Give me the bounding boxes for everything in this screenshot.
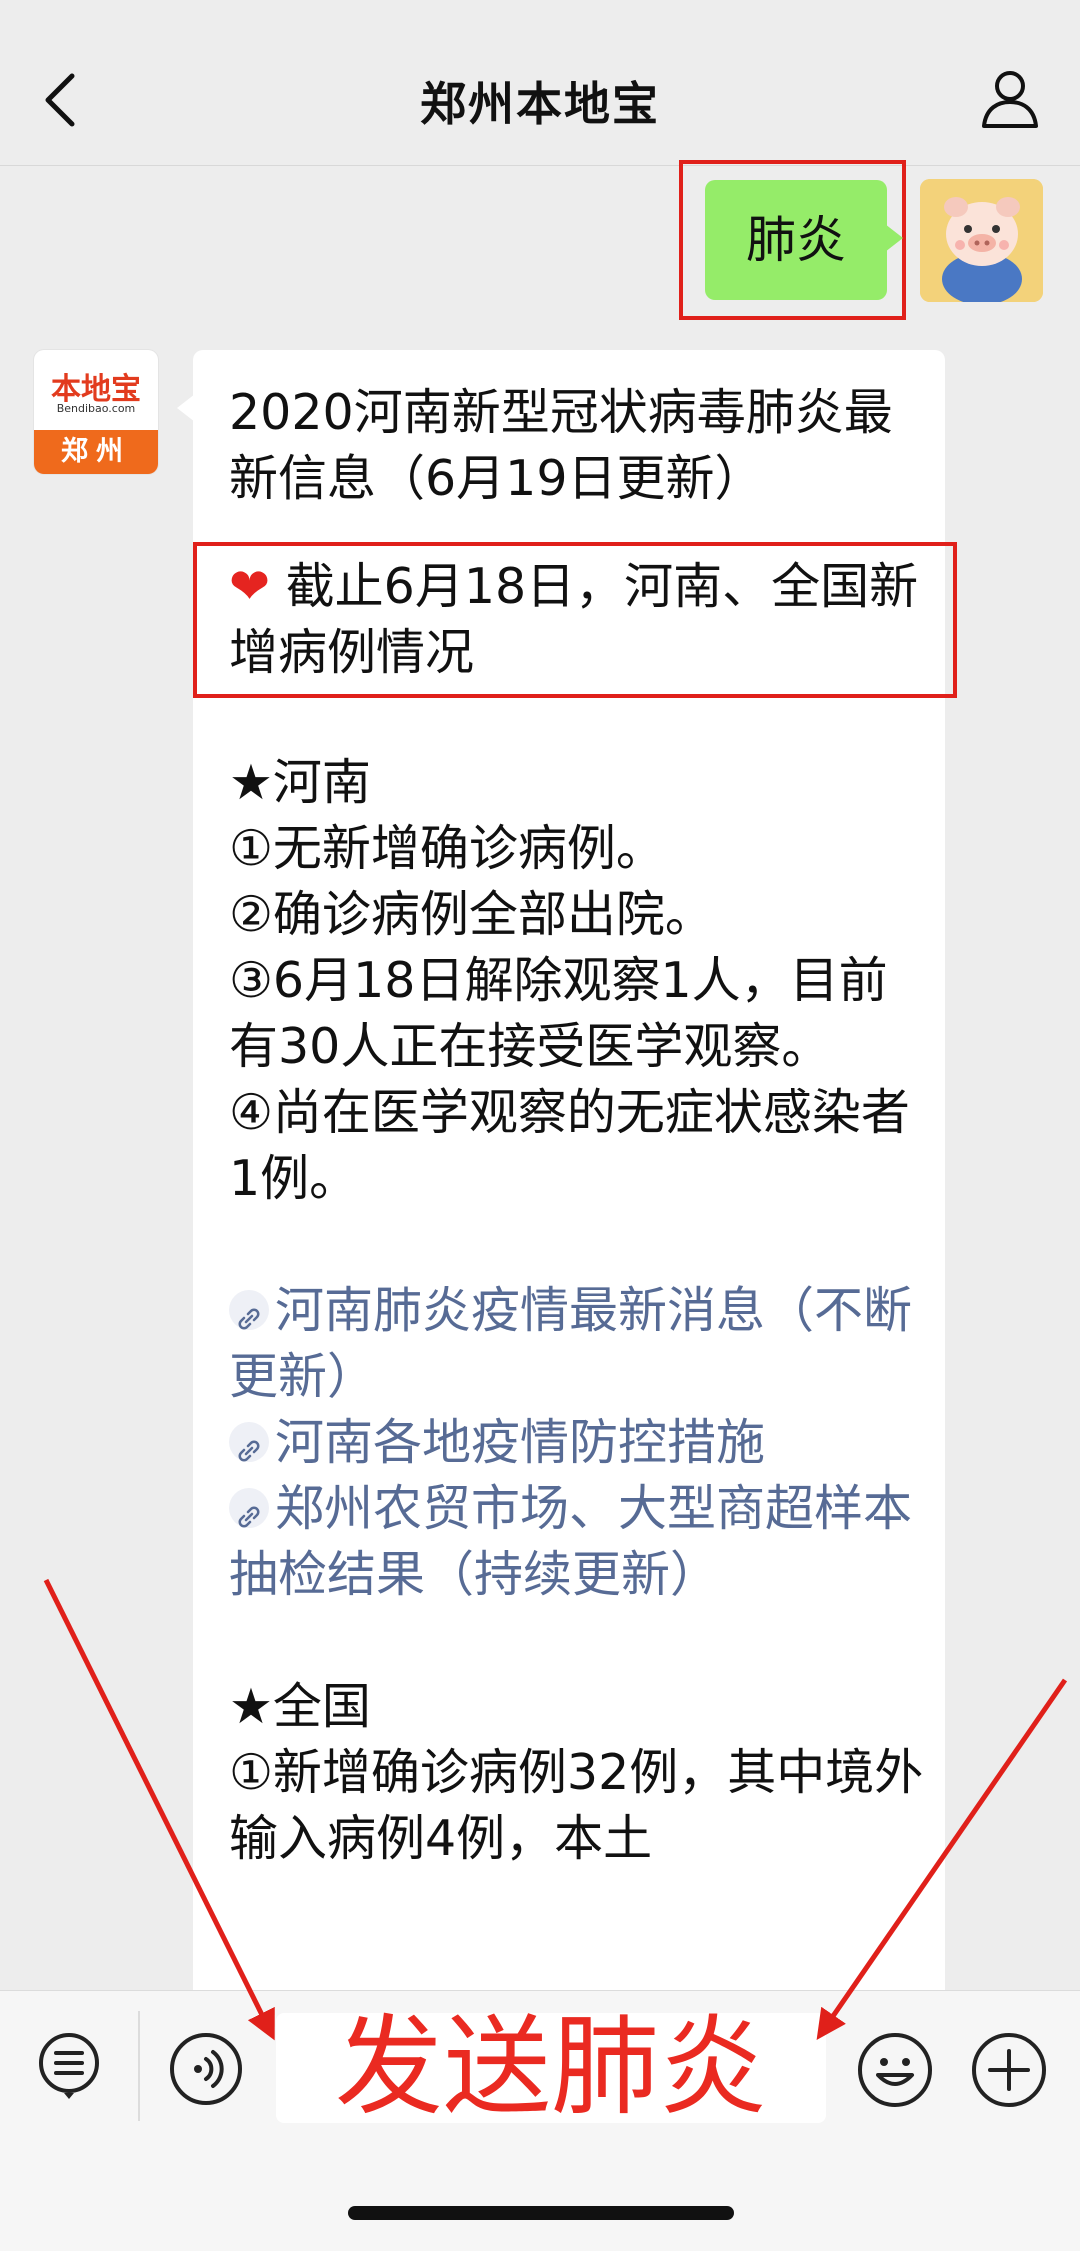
bot-message-bubble: 2020河南新型冠状病毒肺炎最新信息（6月19日更新） ❤ 截止6月18日，河南… — [177, 350, 957, 2050]
link-item[interactable]: 河南各地疫情防控措施 — [229, 1410, 929, 1476]
link-icon — [229, 1289, 269, 1330]
link-icon — [229, 1487, 269, 1528]
list-item: ④尚在医学观察的无症状感染者1例。 — [229, 1084, 910, 1207]
plus-icon[interactable] — [970, 2031, 1048, 2109]
message-input[interactable]: 发送肺炎 — [276, 2013, 826, 2123]
bot-brand-city: 郑州 — [34, 430, 158, 474]
section-header-nation: ★全国 — [229, 1678, 371, 1735]
annotation-box-highlight: ❤ 截止6月18日，河南、全国新增病例情况 — [193, 542, 957, 698]
link-icon — [229, 1421, 269, 1462]
emoji-icon[interactable] — [856, 2031, 934, 2109]
link-item[interactable]: 河南肺炎疫情最新消息（不断更新） — [229, 1278, 929, 1410]
message-title: 2020河南新型冠状病毒肺炎最新信息（6月19日更新） — [229, 384, 893, 507]
home-indicator — [348, 2206, 734, 2220]
person-icon[interactable] — [978, 66, 1042, 130]
list-item: ①无新增确诊病例。 — [229, 820, 665, 877]
chat-title: 郑州本地宝 — [420, 77, 660, 131]
user-avatar[interactable] — [920, 179, 1043, 302]
voice-icon[interactable] — [168, 2031, 244, 2107]
highlight-text: 截止6月18日，河南、全国新增病例情况 — [229, 558, 919, 681]
input-bar: 发送肺炎 — [0, 1990, 1080, 2251]
bot-avatar[interactable]: 本地宝 Bendibao.com 郑州 — [34, 350, 158, 474]
divider — [138, 2011, 140, 2121]
list-item: ②确诊病例全部出院。 — [229, 886, 714, 943]
input-annotation-text: 发送肺炎 — [334, 2005, 767, 2130]
list-item: ③6月18日解除观察1人，目前有30人正在接受医学观察。 — [229, 952, 888, 1075]
user-message-bubble[interactable]: 肺炎 — [705, 180, 903, 300]
menu-list-icon[interactable] — [34, 2031, 104, 2101]
cartoon-pig-avatar-icon — [920, 179, 1043, 302]
section-header-henan: ★河南 — [229, 754, 371, 811]
link-item[interactable]: 郑州农贸市场、大型商超样本抽检结果（持续更新） — [229, 1476, 929, 1608]
chat-header: 郑州本地宝 — [0, 0, 1080, 166]
user-message-row: 肺炎 — [0, 160, 1080, 325]
list-item: ①新增确诊病例32例，其中境外输入病例4例，本土 — [229, 1744, 924, 1867]
bot-message-content: 2020河南新型冠状病毒肺炎最新信息（6月19日更新） ❤ 截止6月18日，河南… — [193, 380, 957, 1872]
heart-icon: ❤ — [229, 558, 271, 615]
bot-brand-domain: Bendibao.com — [56, 402, 136, 415]
